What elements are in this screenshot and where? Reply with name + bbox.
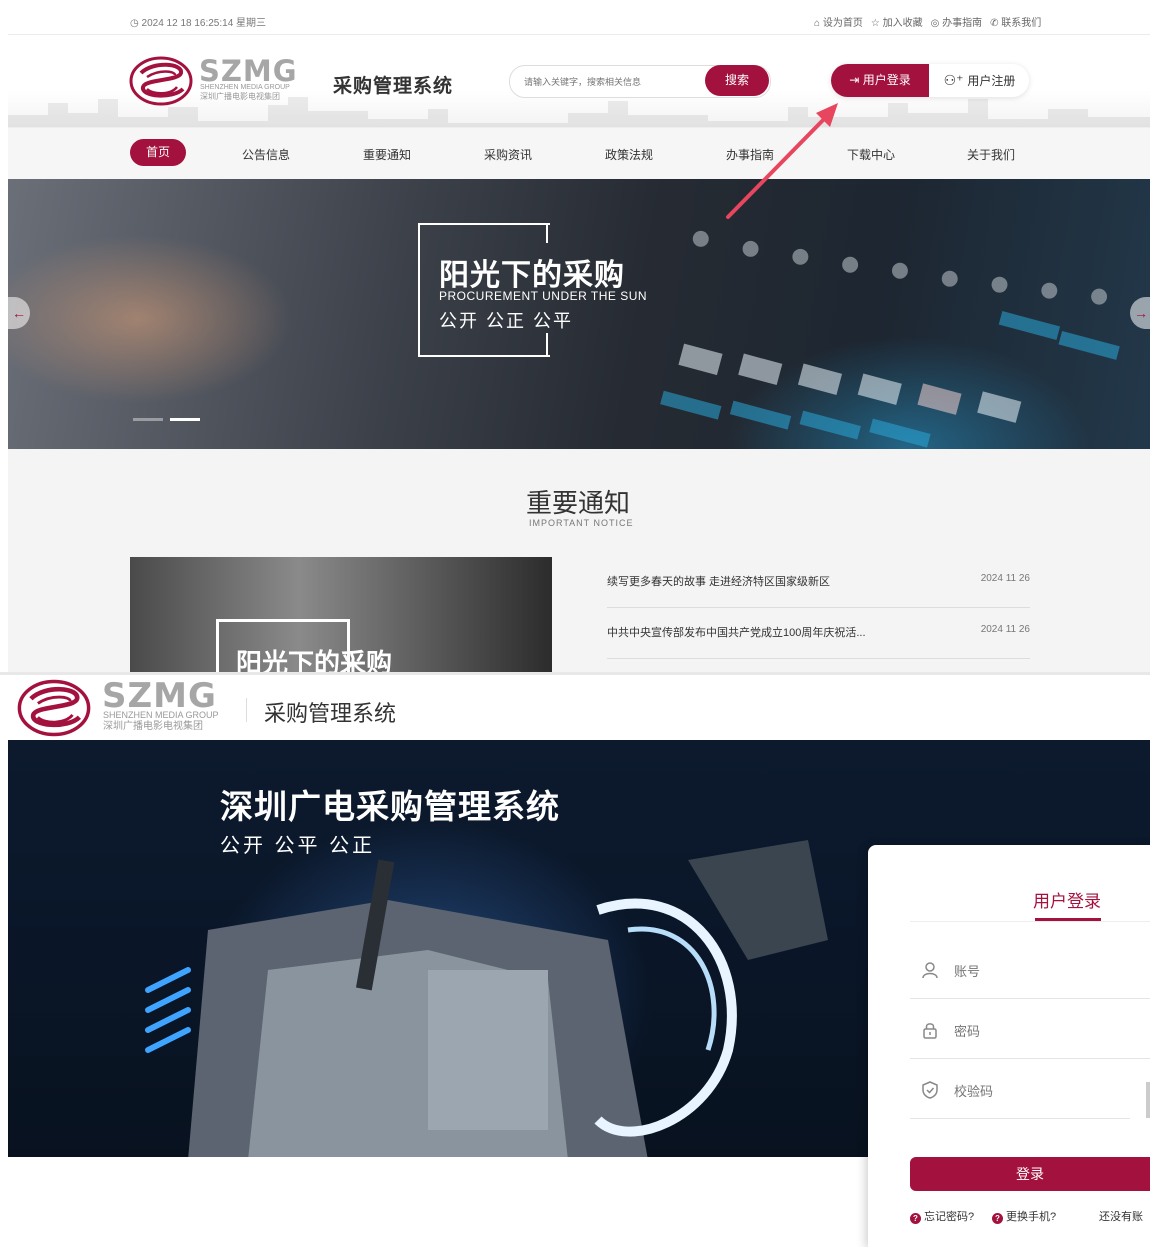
- notice-date: 2024 11 26: [980, 573, 1030, 584]
- banner-subtitle-en: PROCUREMENT UNDER THE SUN: [439, 289, 648, 303]
- password-field: [910, 998, 1150, 1059]
- captcha-image[interactable]: [1146, 1082, 1150, 1118]
- notice-row[interactable]: 中共中央宣传部发布中国共产党成立100周年庆祝活... 2024 11 26: [607, 608, 1030, 659]
- logo-cn: 深圳广播电影电视集团: [200, 92, 280, 101]
- contact-link[interactable]: ✆ 联系我们: [990, 14, 1041, 29]
- search-input[interactable]: [522, 72, 706, 92]
- header-separator: [246, 698, 247, 722]
- banner-dot-2[interactable]: [170, 418, 200, 421]
- top-links: ⌂ 设为首页 ☆ 加入收藏 ◎ 办事指南 ✆ 联系我们: [814, 14, 1041, 29]
- add-favorite-link[interactable]: ☆ 加入收藏: [871, 14, 923, 29]
- nav-notices[interactable]: 重要通知: [363, 146, 411, 163]
- register-link[interactable]: 还没有账: [1099, 1208, 1143, 1224]
- banner-title: 阳光下的采购: [439, 259, 625, 292]
- banner-dot-1[interactable]: [133, 418, 163, 421]
- hero-banner: [8, 179, 1150, 449]
- notice-image-caption: 阳光下的采购: [236, 648, 393, 672]
- set-homepage-link[interactable]: ⌂ 设为首页: [814, 14, 863, 29]
- datetime-text: ◷ 2024 12 18 16:25:14 星期三: [130, 18, 267, 29]
- nav-announcements[interactable]: 公告信息: [242, 146, 290, 163]
- logo-en: SHENZHEN MEDIA GROUP: [200, 84, 290, 91]
- logo-cn: 深圳广播电影电视集团: [103, 721, 203, 732]
- system-title: 采购管理系统: [333, 76, 454, 97]
- nav-downloads[interactable]: 下载中心: [847, 146, 895, 163]
- forgot-password-link[interactable]: ? 忘记密码?: [910, 1208, 974, 1224]
- clock-icon: ◷: [130, 18, 142, 29]
- user-register-button[interactable]: ⚇⁺ 用户注册: [930, 64, 1029, 97]
- notice-date: 2024 11 26: [980, 624, 1030, 635]
- banner-subtitle-cn: 公开 公正 公平: [439, 311, 574, 331]
- lock-icon: [923, 1023, 937, 1039]
- banner-frame-tick: [546, 333, 548, 355]
- user-icon: [922, 962, 938, 979]
- question-icon: ?: [910, 1213, 921, 1224]
- change-phone-link[interactable]: ? 更换手机?: [992, 1208, 1056, 1224]
- login-icon: ⇥: [849, 73, 863, 87]
- hero-title: 深圳广电采购管理系统: [220, 788, 560, 825]
- notice-row[interactable]: 续写更多春天的故事 走进经济特区国家级新区 2024 11 26: [607, 557, 1030, 608]
- logo-brand: SZMG: [199, 54, 298, 88]
- guide-link[interactable]: ◎ 办事指南: [931, 14, 983, 29]
- arrow-left-icon: ←: [12, 305, 26, 321]
- notice-subtitle: IMPORTANT NOTICE: [529, 518, 634, 528]
- szmg-logo-icon[interactable]: [129, 55, 193, 107]
- question-icon: ?: [992, 1213, 1003, 1224]
- nav-home[interactable]: 首页: [130, 139, 186, 166]
- captcha-input[interactable]: [952, 1079, 1136, 1103]
- banner-frame-tick: [546, 223, 548, 243]
- logo-brand: SZMG: [102, 676, 217, 716]
- account-input[interactable]: [952, 959, 1136, 983]
- password-input[interactable]: [952, 1019, 1136, 1043]
- szmg-logo-icon[interactable]: [16, 678, 92, 738]
- nav-about[interactable]: 关于我们: [967, 146, 1015, 163]
- login-tab[interactable]: 用户登录: [1033, 887, 1101, 912]
- captcha-field: [910, 1058, 1136, 1119]
- account-field: [910, 938, 1150, 999]
- spotlight-image: [145, 840, 828, 1157]
- nav-procurement-news[interactable]: 采购资讯: [484, 146, 532, 163]
- user-login-button[interactable]: ⇥ 用户登录: [831, 64, 929, 97]
- tab-underline-track: [910, 921, 1150, 922]
- search-button[interactable]: 搜索: [705, 65, 769, 96]
- login-system-title: 采购管理系统: [264, 701, 397, 726]
- hero-subtitle: 公开 公平 公正: [220, 835, 376, 857]
- tab-active-indicator: [1035, 918, 1101, 921]
- notice-title: 重要通知: [526, 488, 631, 518]
- mixer-console-image: [660, 230, 1120, 448]
- notice-text: 续写更多春天的故事 走进经济特区国家级新区: [607, 576, 831, 588]
- annotation-arrow-icon: [726, 103, 838, 219]
- nav-policies[interactable]: 政策法规: [605, 146, 653, 163]
- logo-en: SHENZHEN MEDIA GROUP: [103, 710, 219, 720]
- notice-text: 中共中央宣传部发布中国共产党成立100周年庆祝活...: [607, 627, 866, 639]
- arrow-right-icon: →: [1134, 305, 1148, 321]
- notice-image[interactable]: 阳光下的采购: [130, 557, 552, 672]
- shield-check-icon: [922, 1081, 938, 1099]
- login-submit-button[interactable]: 登录: [910, 1157, 1150, 1191]
- add-user-icon: ⚇⁺: [943, 72, 968, 88]
